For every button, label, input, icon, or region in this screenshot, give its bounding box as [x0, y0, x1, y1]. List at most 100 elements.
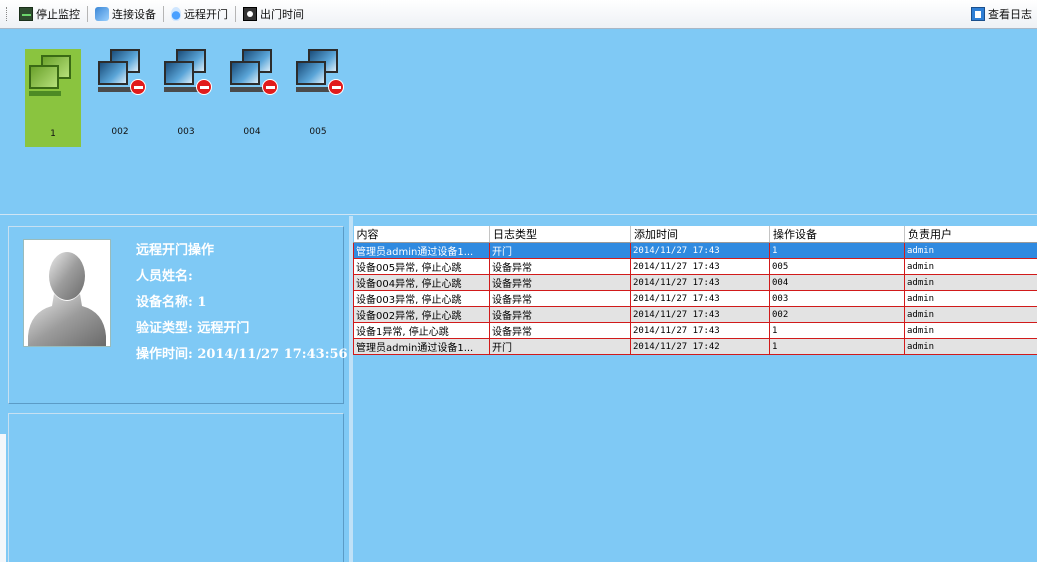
info-time: 操作时间: 2014/11/27 17:43:56: [136, 347, 348, 362]
computer-icon: [296, 61, 326, 85]
table-row[interactable]: 管理员admin通过设备1... 开门 2014/11/27 17:43 1 a…: [353, 242, 1037, 259]
toolbar-separator: [163, 6, 164, 22]
cell-time: 2014/11/27 17:43: [630, 274, 770, 291]
exit-time-button[interactable]: 出门时间: [238, 4, 309, 24]
info-device: 设备名称: 1: [136, 295, 207, 310]
cell-content: 设备005异常, 停止心跳: [353, 258, 490, 275]
cell-user: admin: [904, 274, 1037, 291]
device-label: 004: [243, 127, 261, 137]
cell-device: 005: [769, 258, 905, 275]
cell-content: 设备004异常, 停止心跳: [353, 274, 490, 291]
cell-user: admin: [904, 338, 1037, 355]
column-header-device[interactable]: 操作设备: [769, 226, 905, 243]
cell-type: 设备异常: [489, 322, 631, 339]
left-panel: 远程开门操作 人员姓名: 设备名称: 1 验证类型: 远程开门 操作时间: 20…: [0, 216, 349, 562]
operation-info-box: 远程开门操作 人员姓名: 设备名称: 1 验证类型: 远程开门 操作时间: 20…: [8, 226, 348, 404]
remote-open-button[interactable]: 远程开门: [166, 4, 233, 24]
device-1[interactable]: 1: [25, 49, 81, 147]
cell-time: 2014/11/27 17:43: [630, 322, 770, 339]
device-002[interactable]: 002: [92, 49, 148, 147]
device-004[interactable]: 004: [224, 49, 280, 147]
avatar: [23, 239, 111, 347]
column-header-time[interactable]: 添加时间: [630, 226, 770, 243]
column-header-user[interactable]: 负责用户: [904, 226, 1037, 243]
keyboard-icon: [164, 87, 198, 92]
table-row[interactable]: 设备002异常, 停止心跳 设备异常 2014/11/27 17:43 002 …: [353, 306, 1037, 323]
device-label: 003: [177, 127, 195, 137]
cell-time: 2014/11/27 17:43: [630, 242, 770, 259]
connect-device-label: 连接设备: [112, 8, 156, 21]
view-log-label: 查看日志: [988, 8, 1032, 21]
device-label: 005: [309, 127, 327, 137]
table-row[interactable]: 管理员admin通过设备1... 开门 2014/11/27 17:42 1 a…: [353, 338, 1037, 355]
cell-content: 设备003异常, 停止心跳: [353, 290, 490, 307]
door-icon: [171, 7, 181, 21]
computer-online-icon: [29, 65, 59, 89]
toolbar-separator: [87, 6, 88, 22]
device-label: 002: [111, 127, 129, 137]
stop-monitor-button[interactable]: 停止监控: [14, 4, 85, 24]
cell-content: 管理员admin通过设备1...: [353, 242, 490, 259]
cell-type: 设备异常: [489, 274, 631, 291]
remote-open-label: 远程开门: [184, 8, 228, 21]
cell-type: 设备异常: [489, 258, 631, 275]
keyboard-icon: [230, 87, 264, 92]
cell-device: 1: [769, 338, 905, 355]
cell-device: 1: [769, 242, 905, 259]
keyboard-icon: [29, 91, 61, 96]
view-log-button[interactable]: 查看日志: [966, 4, 1037, 24]
cell-type: 设备异常: [489, 290, 631, 307]
computer-icon: [164, 61, 194, 85]
toolbar-separator: [235, 6, 236, 22]
log-icon: [971, 7, 985, 21]
device-005[interactable]: 005: [290, 49, 346, 147]
offline-badge-icon: [196, 79, 212, 95]
computer-icon: [230, 61, 260, 85]
keyboard-icon: [296, 87, 330, 92]
cell-device: 1: [769, 322, 905, 339]
device-003[interactable]: 003: [158, 49, 214, 147]
cell-time: 2014/11/27 17:43: [630, 290, 770, 307]
table-row[interactable]: 设备1异常, 停止心跳 设备异常 2014/11/27 17:43 1 admi…: [353, 322, 1037, 339]
toolbar-grip[interactable]: [6, 7, 9, 21]
keyboard-icon: [98, 87, 132, 92]
log-header-row: 内容 日志类型 添加时间 操作设备 负责用户: [353, 226, 1037, 243]
cell-time: 2014/11/27 17:43: [630, 306, 770, 323]
left-edge: [0, 434, 6, 562]
cell-device: 003: [769, 290, 905, 307]
monitor-icon: [19, 7, 33, 21]
column-header-content[interactable]: 内容: [353, 226, 490, 243]
cell-user: admin: [904, 290, 1037, 307]
offline-badge-icon: [130, 79, 146, 95]
connect-device-button[interactable]: 连接设备: [90, 4, 161, 24]
offline-badge-icon: [262, 79, 278, 95]
operation-info: 远程开门操作 人员姓名: 设备名称: 1 验证类型: 远程开门 操作时间: 20…: [136, 239, 348, 369]
info-title: 远程开门操作: [136, 243, 215, 258]
info-person: 人员姓名:: [136, 269, 193, 284]
computer-icon: [98, 61, 128, 85]
info-verify: 验证类型: 远程开门: [136, 321, 250, 336]
table-row[interactable]: 设备003异常, 停止心跳 设备异常 2014/11/27 17:43 003 …: [353, 290, 1037, 307]
table-row[interactable]: 设备004异常, 停止心跳 设备异常 2014/11/27 17:43 004 …: [353, 274, 1037, 291]
cell-content: 设备002异常, 停止心跳: [353, 306, 490, 323]
cell-type: 开门: [489, 242, 631, 259]
device-area: 1 002 003 004 005: [0, 30, 1037, 215]
cell-time: 2014/11/27 17:42: [630, 338, 770, 355]
cell-user: admin: [904, 306, 1037, 323]
log-table: 内容 日志类型 添加时间 操作设备 负责用户 管理员admin通过设备1... …: [353, 226, 1037, 355]
stop-monitor-label: 停止监控: [36, 8, 80, 21]
column-header-type[interactable]: 日志类型: [489, 226, 631, 243]
cell-time: 2014/11/27 17:43: [630, 258, 770, 275]
device-label: 1: [50, 129, 56, 139]
person-silhouette-icon: [28, 252, 106, 346]
cell-type: 设备异常: [489, 306, 631, 323]
cell-user: admin: [904, 322, 1037, 339]
cell-content: 管理员admin通过设备1...: [353, 338, 490, 355]
cell-content: 设备1异常, 停止心跳: [353, 322, 490, 339]
empty-panel: [8, 413, 344, 562]
table-row[interactable]: 设备005异常, 停止心跳 设备异常 2014/11/27 17:43 005 …: [353, 258, 1037, 275]
cell-user: admin: [904, 258, 1037, 275]
cell-type: 开门: [489, 338, 631, 355]
toolbar: 停止监控 连接设备 远程开门 出门时间 查看日志: [0, 0, 1037, 29]
cell-user: admin: [904, 242, 1037, 259]
